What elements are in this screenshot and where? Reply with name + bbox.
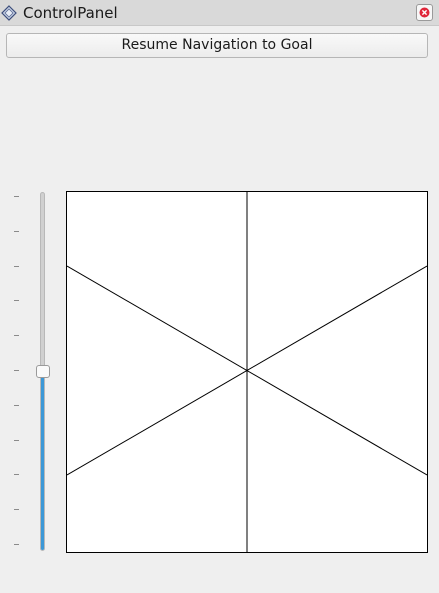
slider-tick xyxy=(14,370,19,371)
slider-tick xyxy=(14,231,19,232)
drive-pad[interactable] xyxy=(66,191,428,553)
slider-tick xyxy=(14,300,19,301)
slider-ticks xyxy=(14,196,22,548)
diamond-icon xyxy=(1,5,17,21)
slider-tick xyxy=(14,335,19,336)
slider-tick xyxy=(14,474,19,475)
window-title: ControlPanel xyxy=(23,4,118,22)
title-bar: ControlPanel xyxy=(0,0,439,26)
close-icon xyxy=(419,7,430,18)
slider-tick xyxy=(14,405,19,406)
close-button[interactable] xyxy=(416,4,433,21)
slider-handle[interactable] xyxy=(36,365,50,378)
slider-tick xyxy=(14,509,19,510)
slider-fill xyxy=(41,370,44,550)
slider-tick xyxy=(14,544,19,545)
slider-tick xyxy=(14,440,19,441)
slider-tick xyxy=(14,266,19,267)
resume-navigation-button[interactable]: Resume Navigation to Goal xyxy=(6,33,428,58)
slider-tick xyxy=(14,196,19,197)
